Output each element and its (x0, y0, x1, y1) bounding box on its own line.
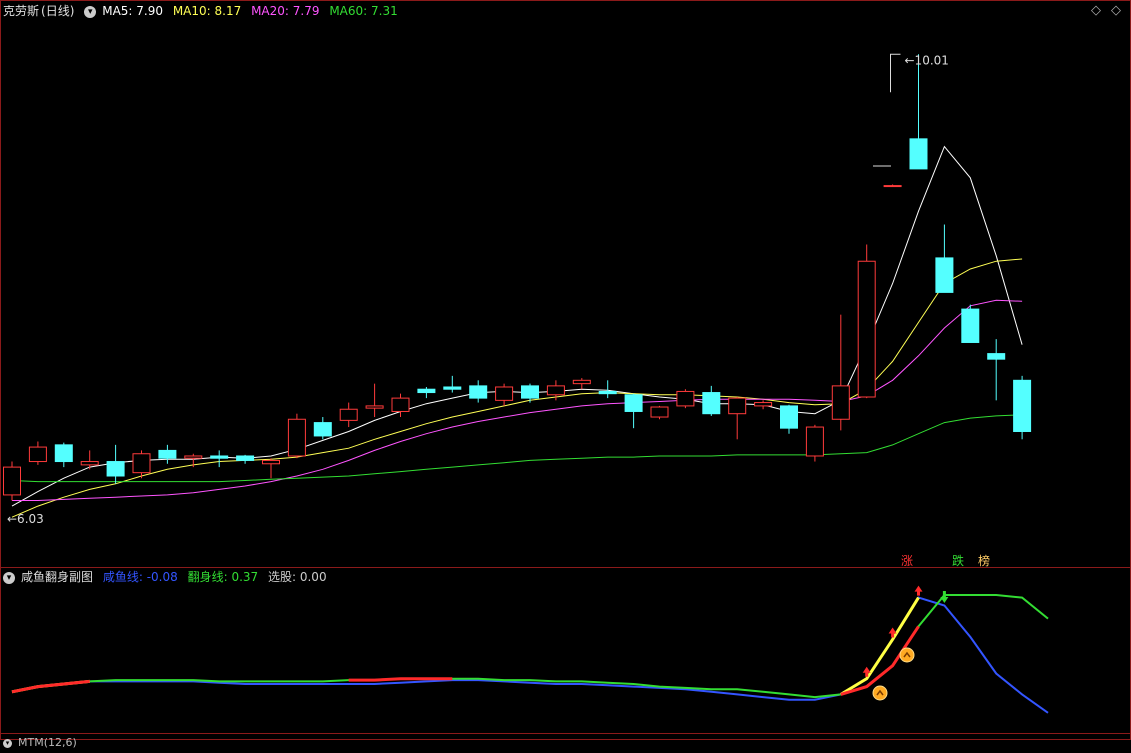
chart-canvas[interactable]: ←6.03 ←10.01 涨 跌榜 (0, 0, 1131, 740)
candle-body-down (624, 394, 643, 412)
candle-body-down (106, 461, 125, 477)
candle-body-up (495, 386, 514, 401)
candle-body-up (857, 260, 876, 398)
candle-body-up (339, 408, 358, 421)
candle-body-up (184, 455, 203, 459)
candle-body-down (158, 449, 177, 459)
highlight-segment (11, 679, 90, 694)
candle-body-down (417, 388, 436, 394)
candle-body-down (54, 444, 73, 463)
candle-body-down (469, 385, 488, 399)
candle-body-up (365, 405, 384, 409)
candle-body-up (287, 418, 306, 457)
candle-body-up (883, 185, 902, 188)
signal-label: 榜 (978, 553, 990, 568)
candle-body-up (650, 406, 669, 418)
signal-label: 涨 (901, 553, 913, 568)
candle-body-up (572, 379, 591, 385)
low-label: ←6.03 (7, 512, 44, 526)
ma-line-ma60 (11, 414, 1023, 483)
candle-body-down (1013, 379, 1032, 432)
candle-body-down (780, 405, 798, 429)
candle-body-down (521, 385, 539, 399)
candle-body-down (443, 386, 462, 390)
candle-body-up (262, 459, 280, 465)
candle-body-up (676, 390, 695, 407)
candle-body-down (598, 390, 617, 395)
candle-body-down (961, 308, 980, 343)
candle-body-down (987, 353, 1006, 360)
candle-body-up (391, 397, 410, 412)
indicator-line (11, 596, 1049, 714)
candle-body-up (805, 426, 824, 457)
candle-body-up (728, 397, 747, 415)
candle-body-down (909, 138, 928, 170)
highlight-segment (348, 677, 453, 682)
candle-body-down (702, 392, 721, 415)
candle-body-up (754, 402, 773, 407)
high-marker (890, 53, 901, 93)
candle-body-up (80, 461, 99, 466)
high-label: ←10.01 (905, 53, 949, 67)
candle-body-down (236, 455, 255, 461)
candle-body-up (546, 385, 565, 396)
candle-body-down (313, 422, 332, 437)
signal-badge-icon (899, 647, 915, 663)
candle-body-up (831, 385, 850, 420)
candle-body-up (132, 453, 151, 474)
candle-body-down (935, 257, 954, 293)
candle-body-up (28, 446, 47, 463)
down-arrow-icon (940, 591, 949, 603)
candle-body-down (210, 455, 229, 459)
candle-body-up (3, 466, 21, 496)
up-arrow-icon (914, 585, 923, 596)
signal-badge-icon (872, 685, 888, 701)
signal-label: 跌 (952, 553, 964, 568)
